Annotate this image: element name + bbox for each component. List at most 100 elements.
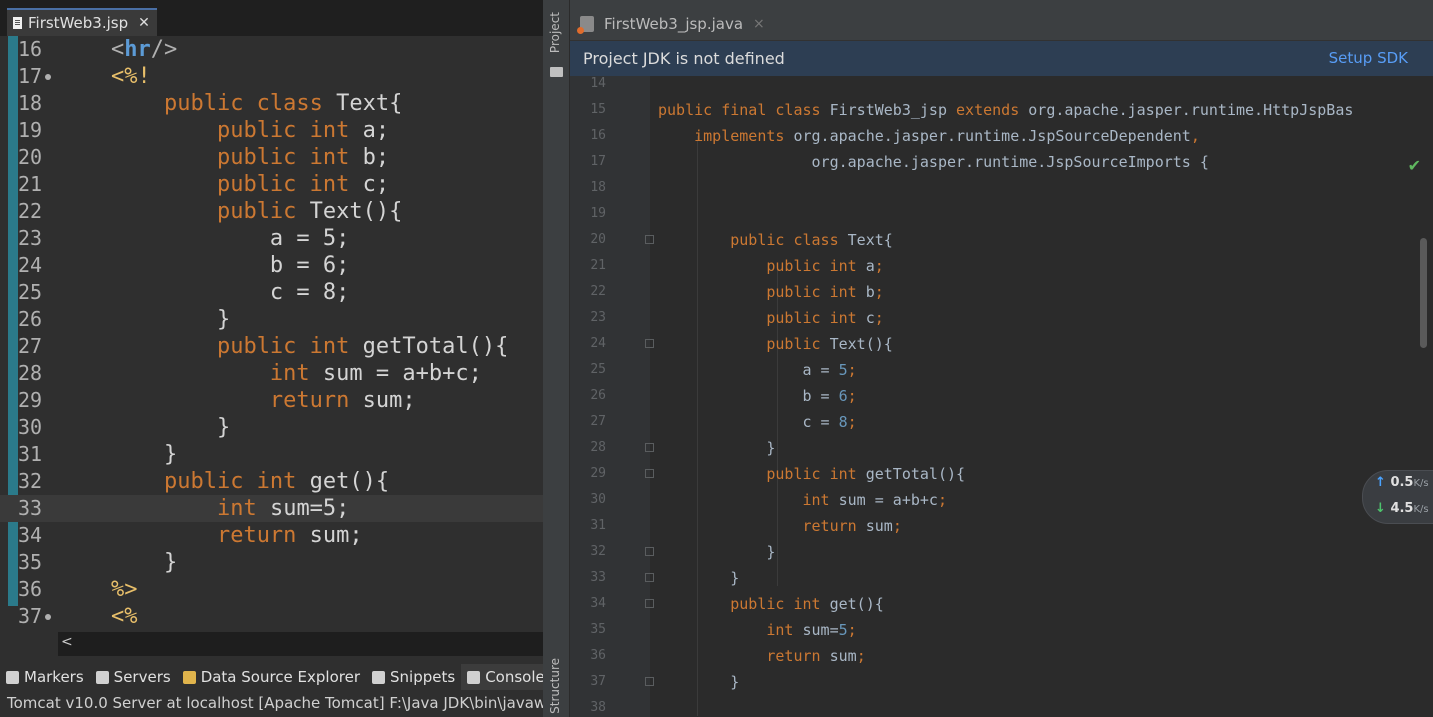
code-text: b = 6; (658, 387, 857, 405)
fold-marker-icon[interactable] (645, 235, 654, 244)
line-number: 24 (18, 253, 43, 277)
horizontal-scrollbar[interactable]: < (58, 632, 543, 656)
code-line[interactable]: 17 <%! (0, 63, 543, 90)
code-text: %> (110, 577, 138, 602)
fold-marker-icon[interactable] (645, 573, 654, 582)
code-line[interactable]: 23 a = 5; (0, 225, 543, 252)
code-line[interactable]: 20 public int b; (0, 144, 543, 171)
line-number: 22 (590, 284, 606, 299)
fold-marker-icon[interactable] (45, 614, 51, 620)
code-line[interactable]: 16 implements org.apache.jasper.runtime.… (570, 123, 1433, 149)
line-number: 21 (18, 172, 43, 196)
close-icon[interactable]: ✕ (138, 15, 150, 31)
code-line[interactable]: 30 int sum = a+b+c; (570, 487, 1433, 513)
code-line[interactable]: 25 a = 5; (570, 357, 1433, 383)
code-line[interactable]: 28 int sum = a+b+c; (0, 360, 543, 387)
eclipse-code-editor[interactable]: 16 <hr/> 17 <%! 18 public class Text{19 pu… (0, 36, 543, 630)
line-number: 24 (590, 336, 606, 351)
code-text: org.apache.jasper.runtime.JspSourceImpor… (658, 153, 1209, 171)
tab-firstweb3-jsp-java[interactable]: FirstWeb3_jsp.java × (577, 8, 775, 40)
code-text: } (658, 439, 776, 457)
code-line[interactable]: 22 public int b; (570, 279, 1433, 305)
code-line[interactable]: 26 } (0, 306, 543, 333)
line-number: 35 (590, 622, 606, 637)
code-line[interactable]: 33 int sum=5; (0, 495, 543, 522)
line-number: 36 (18, 577, 43, 601)
panel-tab-label: Snippets (390, 668, 456, 686)
panel-tab-snippets[interactable]: Snippets (366, 664, 461, 690)
code-line[interactable]: 36 return sum; (570, 643, 1433, 669)
code-line[interactable]: 35 int sum=5; (570, 617, 1433, 643)
code-line[interactable]: 29 public int getTotal(){ (570, 461, 1433, 487)
fold-marker-icon[interactable] (645, 677, 654, 686)
line-number: 19 (590, 206, 606, 221)
panel-tab-servers[interactable]: Servers (90, 664, 177, 690)
tab-firstweb3-jsp[interactable]: FirstWeb3.jsp ✕ (7, 8, 157, 36)
code-line[interactable]: 31 return sum; (570, 513, 1433, 539)
code-text: public Text(){ (766, 335, 893, 353)
fold-marker-icon[interactable] (645, 469, 654, 478)
code-line[interactable]: 25 c = 8; (0, 279, 543, 306)
sidebar-structure-tab[interactable]: Structure (548, 658, 562, 714)
line-number: 30 (18, 415, 43, 439)
code-line[interactable]: 18 public class Text{ (0, 90, 543, 117)
code-line[interactable]: 28 } (570, 435, 1433, 461)
line-number: 32 (590, 544, 606, 559)
code-line[interactable]: 21 public int a; (570, 253, 1433, 279)
line-number: 31 (18, 442, 43, 466)
code-line[interactable]: 29 return sum; (0, 387, 543, 414)
code-line[interactable]: 26 b = 6; (570, 383, 1433, 409)
code-line[interactable]: 33 } (570, 565, 1433, 591)
panel-tab-data-source-explorer[interactable]: Data Source Explorer (177, 664, 366, 690)
code-text: return sum; (216, 523, 363, 548)
code-line[interactable]: 38 (570, 695, 1433, 717)
code-line[interactable]: 32 public int get(){ (0, 468, 543, 495)
code-line[interactable]: 15 public final class FirstWeb3_jsp exten… (570, 97, 1433, 123)
code-line[interactable]: 30 } (0, 414, 543, 441)
title-strip (569, 0, 1433, 8)
scroll-left-icon[interactable]: < (61, 634, 73, 650)
code-line[interactable]: 34 return sum; (0, 522, 543, 549)
code-line[interactable]: 34 public int get(){ (570, 591, 1433, 617)
panel-tab-console[interactable]: Console (461, 664, 543, 690)
line-number: 34 (590, 596, 606, 611)
fold-marker-icon[interactable] (645, 339, 654, 348)
code-line[interactable]: 17 org.apache.jasper.runtime.JspSourceIm… (570, 149, 1433, 175)
code-text: <% (110, 604, 138, 629)
line-number: 33 (18, 496, 43, 520)
sidebar-project-tab[interactable]: Project (548, 12, 562, 53)
code-line[interactable]: 32 } (570, 539, 1433, 565)
code-line[interactable]: 20 public class Text{ (570, 227, 1433, 253)
code-line[interactable]: 19 (570, 201, 1433, 227)
code-line[interactable]: 27 c = 8; (570, 409, 1433, 435)
code-line[interactable]: 36 %> (0, 576, 543, 603)
code-line[interactable]: 16 <hr/> (0, 36, 543, 63)
line-number: 17 (18, 64, 43, 88)
fold-marker-icon[interactable] (645, 547, 654, 556)
close-icon[interactable]: × (753, 16, 765, 32)
code-line[interactable]: 23 public int c; (570, 305, 1433, 331)
code-line[interactable]: 14 (570, 71, 1433, 97)
code-line[interactable]: 18 (570, 175, 1433, 201)
bottom-panel-tabs: Markers Servers Data Source Explorer Snippe… (0, 664, 543, 690)
fold-marker-icon[interactable] (645, 599, 654, 608)
code-line[interactable]: 27 public int getTotal(){ (0, 333, 543, 360)
fold-marker-icon[interactable] (645, 443, 654, 452)
code-line[interactable]: 21 public int c; (0, 171, 543, 198)
code-line[interactable]: 37 } (570, 669, 1433, 695)
code-line[interactable]: 19 public int a; (0, 117, 543, 144)
line-number: 19 (18, 118, 43, 142)
panel-tab-markers[interactable]: Markers (0, 664, 90, 690)
fold-marker-icon[interactable] (45, 74, 51, 80)
code-text: } (658, 569, 740, 587)
code-line[interactable]: 35 } (0, 549, 543, 576)
intellij-code-editor[interactable]: 14 15 public final class FirstWeb3_jsp ext… (570, 76, 1433, 717)
code-line[interactable]: 37 <% (0, 603, 543, 630)
vertical-scrollbar[interactable] (1420, 238, 1427, 348)
code-line[interactable]: 24 b = 6; (0, 252, 543, 279)
code-text: public class Text{ (730, 231, 893, 249)
code-line[interactable]: 31 } (0, 441, 543, 468)
code-text: public final class FirstWeb3_jsp extends… (658, 101, 1354, 119)
code-line[interactable]: 24 public Text(){ (570, 331, 1433, 357)
code-line[interactable]: 22 public Text(){ (0, 198, 543, 225)
